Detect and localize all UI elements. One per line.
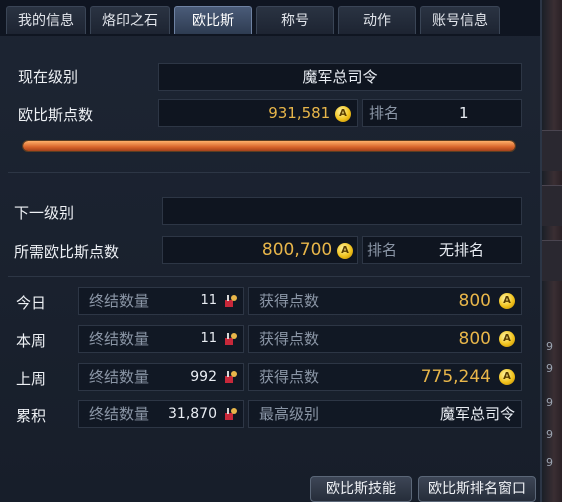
kill-count-field: 终结数量 992: [78, 363, 244, 391]
tab-brand-stone[interactable]: 烙印之石: [90, 6, 170, 34]
highest-rank-field: 最高级别 魔军总司令: [248, 400, 522, 428]
kill-icon: [225, 295, 237, 307]
points-label: 获得点数: [259, 330, 320, 348]
period-label: 今日: [16, 294, 47, 312]
side-slot-number: 9: [546, 428, 553, 441]
side-panel-strip: 9 9 9 9 9: [542, 0, 562, 502]
current-level-value: 魔军总司令: [302, 68, 378, 86]
points-label: 获得点数: [259, 368, 320, 386]
tab-bar: 我的信息 烙印之石 欧比斯 称号 动作 账号信息: [0, 0, 540, 36]
tab-emote[interactable]: 动作: [338, 6, 416, 34]
current-level-field: 魔军总司令: [158, 63, 522, 91]
points-field: 获得点数 800 A: [248, 325, 522, 353]
required-points-value: 800,700: [261, 240, 333, 260]
abyss-point-icon: A: [499, 293, 515, 309]
kill-icon: [225, 408, 237, 420]
section-divider: [8, 172, 530, 173]
current-rank-field: 排名 1: [362, 99, 522, 127]
kill-count-label: 终结数量: [89, 368, 150, 386]
current-level-label: 现在级别: [18, 68, 79, 86]
points-field: 获得点数 800 A: [248, 287, 522, 315]
tab-my-info[interactable]: 我的信息: [6, 6, 86, 34]
abyss-points-field: 931,581 A: [158, 99, 358, 127]
tab-account-info[interactable]: 账号信息: [420, 6, 500, 34]
abyss-point-icon: A: [499, 331, 515, 347]
side-slot-number: 9: [546, 456, 553, 469]
side-slot-number: 9: [546, 362, 553, 375]
period-label: 累积: [16, 407, 47, 425]
kill-count-field: 终结数量 11: [78, 325, 244, 353]
kill-count-field: 终结数量 11: [78, 287, 244, 315]
abyss-progress-fill: [23, 141, 515, 151]
abyss-skills-button[interactable]: 欧比斯技能: [310, 476, 412, 502]
current-rank-label: 排名: [369, 104, 400, 122]
required-points-field: 800,700 A: [162, 236, 358, 264]
abyss-points-value: 931,581: [268, 104, 331, 122]
abyss-ranking-button[interactable]: 欧比斯排名窗口: [418, 476, 536, 502]
next-rank-label: 排名: [367, 241, 398, 259]
points-value: 775,244: [420, 367, 491, 387]
character-info-window: 我的信息 烙印之石 欧比斯 称号 动作 账号信息 现在级别 魔军总司令 欧比斯点…: [0, 0, 542, 502]
required-points-label: 所需欧比斯点数: [14, 243, 120, 261]
kill-count-label: 终结数量: [89, 405, 150, 423]
next-level-field: [162, 197, 522, 225]
points-value: 800: [458, 291, 491, 311]
kill-count-value: 992: [190, 369, 217, 385]
abyss-points-label: 欧比斯点数: [18, 106, 94, 124]
kill-count-value: 11: [200, 293, 217, 308]
kill-count-value: 31,870: [168, 406, 217, 422]
abyss-point-icon: A: [337, 242, 353, 259]
kill-icon: [225, 333, 237, 345]
next-rank-field: 排名 无排名: [362, 236, 522, 264]
points-field: 获得点数 775,244 A: [248, 363, 522, 391]
abyss-progress-bar: [22, 140, 516, 152]
side-slot: [542, 130, 562, 171]
highest-rank-value: 魔军总司令: [439, 405, 515, 423]
current-rank-value: 1: [459, 104, 469, 122]
abyss-point-icon: A: [335, 105, 351, 122]
tab-abyss[interactable]: 欧比斯: [174, 6, 252, 34]
abyss-point-icon: A: [499, 369, 515, 385]
side-slot-number: 9: [546, 340, 553, 353]
tab-title[interactable]: 称号: [256, 6, 334, 34]
next-rank-value: 无排名: [439, 241, 485, 259]
highest-rank-label: 最高级别: [259, 405, 320, 423]
next-level-label: 下一级别: [14, 204, 75, 222]
period-label: 本周: [16, 332, 47, 350]
side-slot: [542, 185, 562, 226]
period-label: 上周: [16, 370, 47, 388]
kill-count-label: 终结数量: [89, 292, 150, 310]
points-value: 800: [458, 329, 491, 349]
kill-count-value: 11: [200, 331, 217, 346]
side-slot-number: 9: [546, 396, 553, 409]
kill-count-field: 终结数量 31,870: [78, 400, 244, 428]
kill-icon: [225, 371, 237, 383]
points-label: 获得点数: [259, 292, 320, 310]
kill-count-label: 终结数量: [89, 330, 150, 348]
side-slot: [542, 240, 562, 281]
section-divider: [8, 276, 530, 277]
